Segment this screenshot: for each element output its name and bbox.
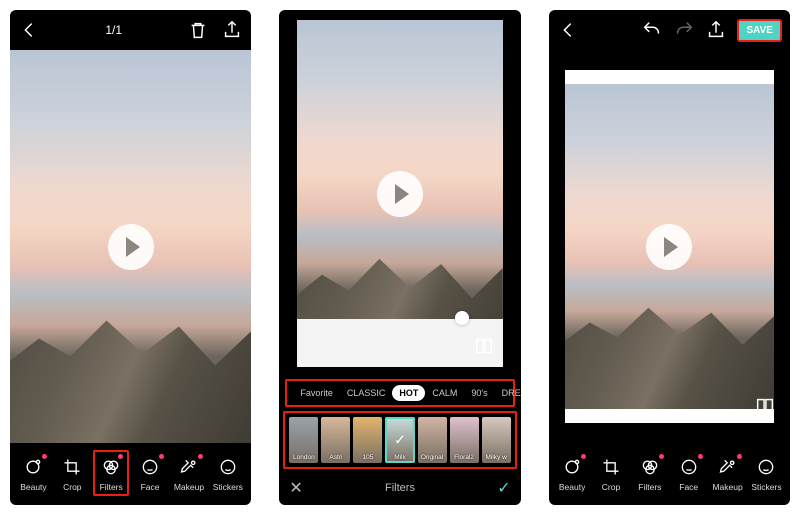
filters-icon: [100, 456, 122, 478]
compare-icon[interactable]: [754, 395, 776, 417]
tool-label: Beauty: [20, 482, 46, 492]
thumb-label: London: [293, 454, 315, 461]
panel-title: Filters: [385, 482, 415, 494]
tool-stickers[interactable]: Stickers: [210, 452, 246, 494]
face-icon: [139, 456, 161, 478]
crop-icon: [600, 456, 622, 478]
new-badge-dot: [118, 454, 123, 459]
confirm-button[interactable]: ✓: [497, 478, 510, 498]
filter-category-tabs: FavoriteCLASSICHOTCALM90'sDREAMY: [285, 379, 514, 407]
new-badge-dot: [198, 454, 203, 459]
tool-stickers[interactable]: Stickers: [748, 452, 784, 494]
play-icon[interactable]: [108, 224, 154, 270]
tool-beauty[interactable]: Beauty: [15, 452, 51, 494]
tool-filters[interactable]: Filters: [632, 452, 668, 494]
filter-thumb-original[interactable]: Original: [418, 417, 447, 463]
tool-label: Face: [679, 482, 698, 492]
new-badge-dot: [42, 454, 47, 459]
tool-face[interactable]: Face: [132, 452, 168, 494]
new-badge-dot: [698, 454, 703, 459]
tool-label: Filters: [100, 482, 123, 492]
screen-2-filters: FavoriteCLASSICHOTCALM90'sDREAMY London A…: [279, 10, 520, 505]
compare-icon[interactable]: [473, 335, 495, 357]
preview-scene: [565, 286, 774, 410]
close-button[interactable]: ✕: [289, 478, 302, 498]
tool-label: Stickers: [213, 482, 243, 492]
screen-3-save: SAVE Beauty Crop Filters Face Makeup Stickers: [549, 10, 790, 505]
video-frame: [565, 70, 774, 423]
thumb-label: Milky w: [485, 454, 506, 461]
back-icon[interactable]: [18, 19, 40, 41]
sticker-icon: [217, 456, 239, 478]
new-badge-dot: [581, 454, 586, 459]
sticker-icon: [755, 456, 777, 478]
tool-makeup[interactable]: Makeup: [710, 452, 746, 494]
face-icon: [678, 456, 700, 478]
sparkle-icon: [561, 456, 583, 478]
tool-crop[interactable]: Crop: [593, 452, 629, 494]
tool-label: Crop: [602, 482, 620, 492]
play-icon[interactable]: [377, 171, 423, 217]
category-dreamy[interactable]: DREAMY: [495, 385, 521, 401]
top-bar: 1/1: [10, 10, 251, 50]
bottom-toolbar: Beauty Crop Filters Face Makeup Stickers: [10, 443, 251, 505]
video-preview[interactable]: [565, 84, 774, 409]
tool-filters[interactable]: Filters: [93, 450, 129, 496]
makeup-icon: [178, 456, 200, 478]
filter-thumb-105[interactable]: 105: [353, 417, 382, 463]
tool-crop[interactable]: Crop: [54, 452, 90, 494]
intensity-slider-handle[interactable]: [455, 311, 469, 325]
tool-beauty[interactable]: Beauty: [554, 452, 590, 494]
new-badge-dot: [159, 454, 164, 459]
video-preview[interactable]: [297, 20, 502, 367]
panel-title-bar: ✕ Filters ✓: [279, 471, 520, 505]
category-classic[interactable]: CLASSIC: [340, 385, 393, 401]
new-badge-dot: [659, 454, 664, 459]
category-hot[interactable]: HOT: [392, 385, 425, 401]
tool-makeup[interactable]: Makeup: [171, 452, 207, 494]
page-counter: 1/1: [105, 23, 122, 37]
back-icon[interactable]: [557, 19, 579, 41]
delete-icon[interactable]: [187, 19, 209, 41]
tool-label: Crop: [63, 482, 81, 492]
bottom-toolbar: Beauty Crop Filters Face Makeup Stickers: [549, 443, 790, 505]
share-icon[interactable]: [221, 19, 243, 41]
category-90's[interactable]: 90's: [464, 385, 494, 401]
top-bar: SAVE: [549, 10, 790, 50]
makeup-icon: [717, 456, 739, 478]
tool-face[interactable]: Face: [671, 452, 707, 494]
video-preview[interactable]: [10, 50, 251, 443]
filter-thumb-astri[interactable]: Astri: [321, 417, 350, 463]
filter-thumb-milky-w[interactable]: Milky w: [482, 417, 511, 463]
tool-label: Face: [141, 482, 160, 492]
category-favorite[interactable]: Favorite: [293, 385, 340, 401]
preview-scene: [10, 294, 251, 443]
thumb-label: Original: [421, 454, 443, 461]
tool-label: Stickers: [751, 482, 781, 492]
filter-thumb-milk[interactable]: Milk: [385, 417, 414, 463]
tool-label: Beauty: [559, 482, 585, 492]
filter-thumbnails: London Astri 105 Milk Original Floral2 Milky w: [283, 411, 516, 469]
play-icon[interactable]: [646, 224, 692, 270]
thumb-label: Astri: [329, 454, 342, 461]
filter-thumb-floral2[interactable]: Floral2: [450, 417, 479, 463]
undo-icon[interactable]: [641, 19, 663, 41]
thumb-label: Floral2: [454, 454, 474, 461]
filters-icon: [639, 456, 661, 478]
crop-icon: [61, 456, 83, 478]
sparkle-icon: [22, 456, 44, 478]
share-icon[interactable]: [705, 19, 727, 41]
screen-1-editor: 1/1 Beauty Crop Filters Face Makeup Stickers: [10, 10, 251, 505]
save-button[interactable]: SAVE: [737, 19, 782, 42]
filter-thumb-london[interactable]: London: [289, 417, 318, 463]
tool-label: Filters: [638, 482, 661, 492]
thumb-label: 105: [363, 454, 374, 461]
thumb-label: Milk: [394, 454, 406, 461]
tool-label: Makeup: [712, 482, 742, 492]
redo-icon[interactable]: [673, 19, 695, 41]
category-calm[interactable]: CALM: [425, 385, 464, 401]
new-badge-dot: [737, 454, 742, 459]
tool-label: Makeup: [174, 482, 204, 492]
